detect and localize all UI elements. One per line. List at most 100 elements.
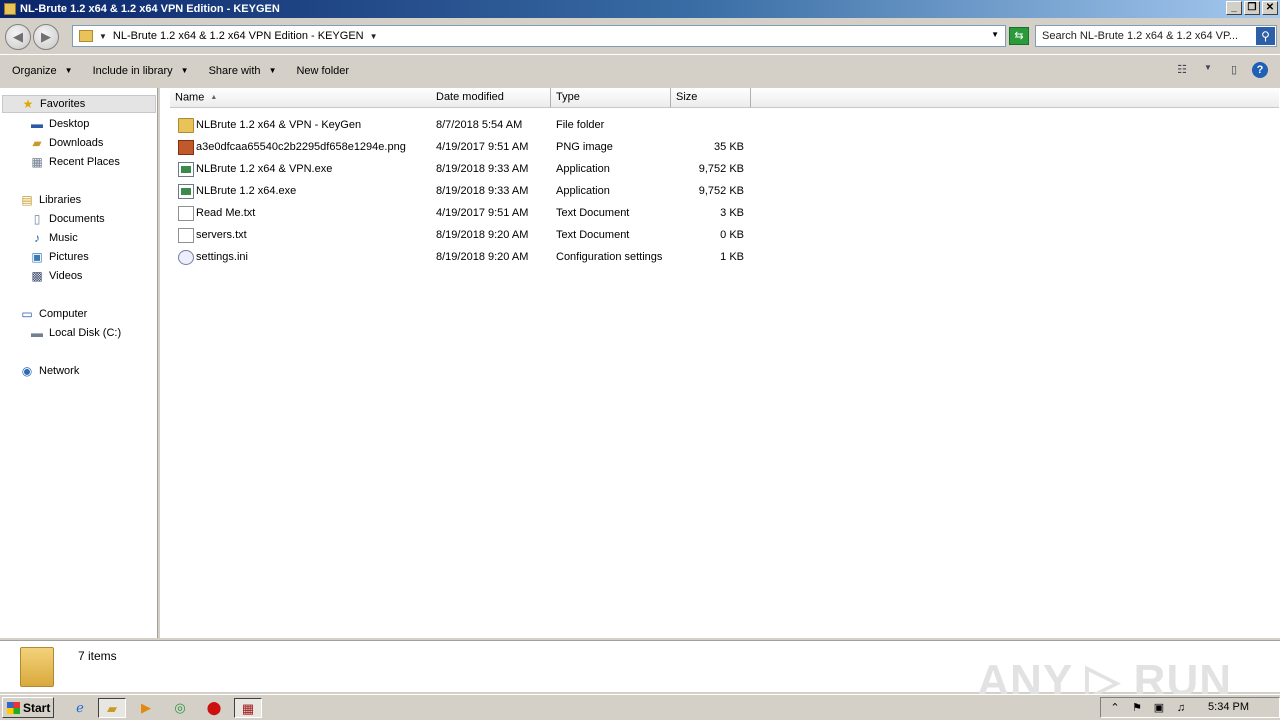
internet-explorer-icon[interactable]: ℯ <box>66 698 94 718</box>
breadcrumb-arrow-icon[interactable]: ▼ <box>99 32 107 41</box>
show-hidden-icons-icon[interactable]: ⌃ <box>1107 701 1123 714</box>
chevron-down-icon: ▼ <box>268 66 277 75</box>
file-row[interactable]: NLBrute 1.2 x64 & VPN.exe 8/19/2018 9:33 … <box>174 159 754 181</box>
disk-icon: ▬ <box>31 325 43 340</box>
nav-recent-places[interactable]: ▦ Recent Places <box>30 153 120 171</box>
file-date-modified: 8/19/2018 9:20 AM <box>436 229 529 241</box>
new-folder-button[interactable]: New folder <box>296 65 349 77</box>
file-type: Text Document <box>556 229 630 241</box>
downloads-icon: ▰ <box>32 135 42 150</box>
nav-network[interactable]: ◉ Network <box>20 362 80 380</box>
column-header-name[interactable]: Name ▲ <box>170 88 432 108</box>
breadcrumb-current[interactable]: NL-Brute 1.2 x64 & 1.2 x64 VPN Edition -… <box>113 30 364 42</box>
nav-music[interactable]: ♪ Music <box>30 229 78 247</box>
file-type: Application <box>556 185 610 197</box>
title-bar: NL-Brute 1.2 x64 & 1.2 x64 VPN Edition -… <box>0 0 1280 18</box>
chevron-down-icon[interactable]: ▼ <box>370 32 378 41</box>
file-name: NLBrute 1.2 x64 & VPN.exe <box>196 163 333 175</box>
details-pane: 7 items ANY ▷ RUN <box>0 640 1280 705</box>
system-tray: ⌃ ⚑ ▣ ♫ 5:34 PM <box>1100 697 1280 718</box>
search-icon[interactable]: ⚲ <box>1256 27 1275 45</box>
help-icon[interactable]: ? <box>1252 62 1268 78</box>
file-type: Configuration settings <box>556 251 663 263</box>
item-count: 7 items <box>78 649 117 663</box>
media-player-icon[interactable]: ▶ <box>132 698 160 718</box>
back-button[interactable]: ◀ <box>5 24 31 50</box>
file-type: File folder <box>556 119 605 131</box>
file-name: Read Me.txt <box>196 207 256 219</box>
view-options-icon[interactable]: ☷ <box>1174 63 1190 77</box>
network-status-icon[interactable]: ▣ <box>1151 701 1167 714</box>
restore-button[interactable]: ❐ <box>1244 1 1260 15</box>
share-with-button[interactable]: Share with ▼ <box>209 65 277 77</box>
clock[interactable]: 5:34 PM <box>1208 701 1249 713</box>
nav-documents[interactable]: ▯ Documents <box>30 210 105 228</box>
include-in-library-button[interactable]: Include in library ▼ <box>93 65 189 77</box>
column-header-filler <box>751 88 1279 108</box>
file-date-modified: 8/19/2018 9:33 AM <box>436 163 529 175</box>
file-name: settings.ini <box>196 251 248 263</box>
star-icon: ★ <box>22 96 34 111</box>
taskbar: Start ℯ ▰ ▶ ◎ ⬤ ▦ ⌃ ⚑ ▣ ♫ 5:34 PM <box>0 694 1280 720</box>
preview-pane-icon[interactable]: ▯ <box>1226 63 1242 77</box>
file-size: 9,752 KB <box>698 163 744 175</box>
videos-icon: ▩ <box>31 268 43 283</box>
search-input[interactable]: Search NL-Brute 1.2 x64 & 1.2 x64 VP... … <box>1035 25 1277 47</box>
action-center-flag-icon[interactable]: ⚑ <box>1129 701 1145 714</box>
chevron-down-icon[interactable]: ▼ <box>1200 63 1216 77</box>
file-name: NLBrute 1.2 x64.exe <box>196 185 297 197</box>
file-size: 0 KB <box>720 229 744 241</box>
organize-button[interactable]: Organize ▼ <box>12 65 73 77</box>
column-header-size[interactable]: Size <box>671 88 751 108</box>
volume-icon[interactable]: ♫ <box>1173 702 1189 714</box>
file-row[interactable]: NLBrute 1.2 x64.exe 8/19/2018 9:33 AM Appl… <box>174 181 754 203</box>
nav-downloads[interactable]: ▰ Downloads <box>30 134 103 152</box>
nav-libraries[interactable]: ▤ Libraries <box>20 191 81 209</box>
forward-arrow-icon: ▶ <box>41 29 51 44</box>
column-header-type[interactable]: Type <box>551 88 671 108</box>
address-row: ◀ ▶ ▼ NL-Brute 1.2 x64 & 1.2 x64 VPN Edi… <box>0 18 1280 54</box>
computer-icon: ▭ <box>21 306 33 321</box>
nav-computer[interactable]: ▭ Computer <box>20 305 87 323</box>
winrar-icon[interactable]: ▦ <box>234 698 262 718</box>
forward-button[interactable]: ▶ <box>33 24 59 50</box>
file-date-modified: 8/19/2018 9:20 AM <box>436 251 529 263</box>
file-size: 35 KB <box>714 141 744 153</box>
libraries-icon: ▤ <box>21 192 33 207</box>
exe-file-icon <box>178 162 194 177</box>
close-button[interactable]: ✕ <box>1262 1 1278 15</box>
nav-videos[interactable]: ▩ Videos <box>30 267 82 285</box>
nav-desktop[interactable]: ▬ Desktop <box>30 115 89 133</box>
file-size: 1 KB <box>720 251 744 263</box>
explorer-taskbar-icon[interactable]: ▰ <box>98 698 126 718</box>
nav-pictures[interactable]: ▣ Pictures <box>30 248 88 266</box>
desktop-icon: ▬ <box>31 116 43 131</box>
file-name: servers.txt <box>196 229 247 241</box>
address-history-dropdown[interactable]: ▼ <box>991 30 999 39</box>
folder-icon <box>178 118 194 133</box>
column-header-date-modified[interactable]: Date modified <box>431 88 551 108</box>
sort-ascending-icon: ▲ <box>210 94 218 101</box>
opera-icon[interactable]: ⬤ <box>200 698 228 718</box>
file-type: Text Document <box>556 207 630 219</box>
file-row[interactable]: NLBrute 1.2 x64 & VPN - KeyGen 8/7/2018 5… <box>174 115 754 137</box>
network-icon: ◉ <box>21 363 33 378</box>
file-row[interactable]: servers.txt 8/19/2018 9:20 AM Text Documen… <box>174 225 754 247</box>
file-row[interactable]: settings.ini 8/19/2018 9:20 AM Configurati… <box>174 247 754 269</box>
chevron-down-icon: ▼ <box>180 66 189 75</box>
file-size: 3 KB <box>720 207 744 219</box>
minimize-button[interactable]: _ <box>1226 1 1242 15</box>
refresh-button[interactable]: ⇆ <box>1009 27 1029 45</box>
refresh-icon: ⇆ <box>1014 30 1024 42</box>
nav-local-disk[interactable]: ▬ Local Disk (C:) <box>30 324 121 342</box>
file-type: PNG image <box>556 141 613 153</box>
nav-favorites[interactable]: ★ Favorites <box>2 95 156 113</box>
file-size: 9,752 KB <box>698 185 744 197</box>
address-bar[interactable]: ▼ NL-Brute 1.2 x64 & 1.2 x64 VPN Edition… <box>72 25 1006 47</box>
file-row[interactable]: Read Me.txt 4/19/2017 9:51 AM Text Documen… <box>174 203 754 225</box>
png-file-icon <box>178 140 194 155</box>
exe-file-icon <box>178 184 194 199</box>
file-row[interactable]: a3e0dfcaa65540c2b2295df658e1294e.png 4/19… <box>174 137 754 159</box>
start-button[interactable]: Start <box>2 697 54 718</box>
chrome-icon[interactable]: ◎ <box>166 698 194 718</box>
